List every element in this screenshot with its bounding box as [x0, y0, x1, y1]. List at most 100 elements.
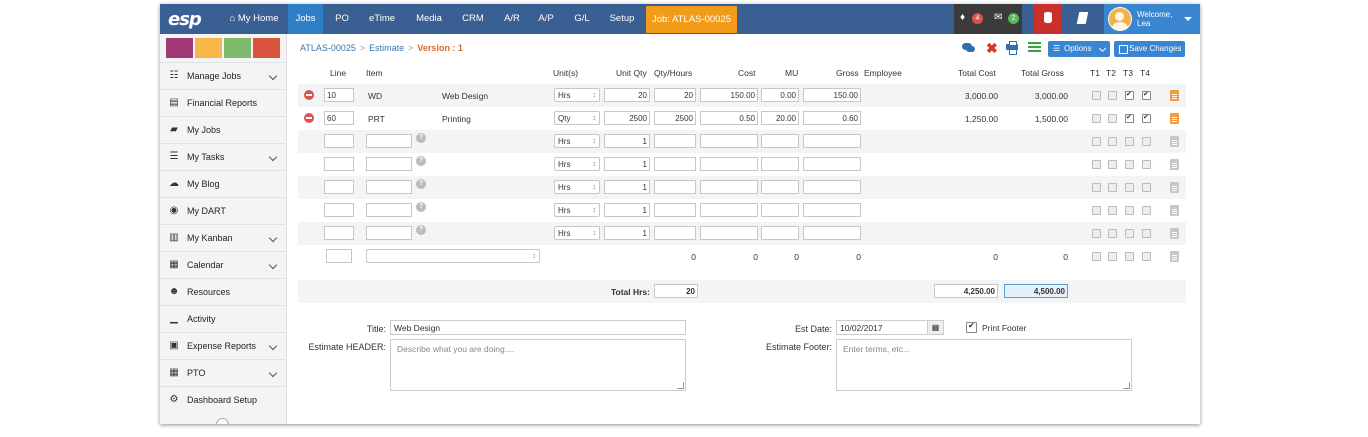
- esp-logo[interactable]: esp: [168, 9, 202, 30]
- mu-input[interactable]: [761, 180, 799, 194]
- list-icon[interactable]: [1028, 40, 1042, 56]
- sidebar-item-my-kanban[interactable]: ▥ My Kanban: [160, 224, 286, 252]
- unit-select[interactable]: Hrs: [554, 88, 600, 102]
- line-input[interactable]: [324, 157, 354, 171]
- t3-checkbox[interactable]: [1125, 137, 1134, 146]
- t1-checkbox[interactable]: [1092, 252, 1101, 261]
- notifications-button[interactable]: ♦ 4: [954, 4, 988, 34]
- qty-hours-input[interactable]: [654, 180, 696, 194]
- t4-checkbox[interactable]: [1142, 206, 1151, 215]
- chevron-down-icon[interactable]: [268, 368, 278, 378]
- t4-checkbox[interactable]: [1142, 160, 1151, 169]
- help-icon[interactable]: ?: [416, 179, 426, 189]
- gross-input[interactable]: [803, 203, 861, 217]
- sidebar-item-my-jobs[interactable]: ▰ My Jobs: [160, 116, 286, 144]
- estimate-footer-textarea[interactable]: Enter terms, etc...: [836, 339, 1132, 391]
- t2-checkbox[interactable]: [1108, 206, 1117, 215]
- nav-my-home[interactable]: ⌂ My Home: [220, 4, 288, 34]
- document-icon[interactable]: [1170, 228, 1179, 239]
- t2-checkbox[interactable]: [1108, 160, 1117, 169]
- unit-select[interactable]: Qty: [554, 111, 600, 125]
- gross-input[interactable]: [803, 157, 861, 171]
- t4-checkbox[interactable]: [1142, 229, 1151, 238]
- qty-hours-input[interactable]: 2500: [654, 111, 696, 125]
- estimate-header-textarea[interactable]: Describe what you are doing....: [390, 339, 686, 391]
- t1-checkbox[interactable]: [1092, 91, 1101, 100]
- document-icon[interactable]: [1170, 182, 1179, 193]
- nav-po[interactable]: PO: [326, 4, 358, 34]
- est-date-input[interactable]: 10/02/2017: [836, 320, 928, 335]
- book-button[interactable]: [1068, 4, 1098, 34]
- cost-input[interactable]: [700, 180, 758, 194]
- chevron-down-icon[interactable]: [268, 260, 278, 270]
- unit-qty-input[interactable]: 1: [604, 157, 650, 171]
- unit-select[interactable]: Hrs: [554, 203, 600, 217]
- unit-select[interactable]: Hrs: [554, 180, 600, 194]
- gross-input[interactable]: 0.60: [803, 111, 861, 125]
- messages-button[interactable]: ✉ 2: [988, 4, 1022, 34]
- mu-input[interactable]: [761, 203, 799, 217]
- t2-checkbox[interactable]: [1108, 137, 1117, 146]
- t3-checkbox[interactable]: [1125, 90, 1134, 100]
- item-input[interactable]: [366, 203, 412, 217]
- t2-checkbox[interactable]: [1108, 91, 1117, 100]
- title-input[interactable]: Web Design: [390, 320, 686, 335]
- nav-ar[interactable]: A/R: [498, 4, 526, 34]
- document-icon[interactable]: [1170, 205, 1179, 216]
- sidebar-item-dashboard-setup[interactable]: ⚙ Dashboard Setup: [160, 386, 286, 414]
- nav-ap[interactable]: A/P: [532, 4, 560, 34]
- document-icon[interactable]: [1170, 251, 1179, 262]
- save-changes-button[interactable]: Save Changes: [1114, 41, 1185, 57]
- cost-input[interactable]: 150.00: [700, 88, 758, 102]
- unit-select[interactable]: Hrs: [554, 226, 600, 240]
- swatch-red[interactable]: [253, 38, 280, 58]
- sidebar-item-calendar[interactable]: ▦ Calendar: [160, 251, 286, 279]
- unit-qty-input[interactable]: 20: [604, 88, 650, 102]
- t2-checkbox[interactable]: [1108, 114, 1117, 123]
- database-button[interactable]: [1034, 4, 1062, 34]
- swatch-green[interactable]: [224, 38, 251, 58]
- sidebar-item-expense-reports[interactable]: ▣ Expense Reports: [160, 332, 286, 360]
- t4-checkbox[interactable]: [1142, 183, 1151, 192]
- gross-input[interactable]: [803, 134, 861, 148]
- t2-checkbox[interactable]: [1108, 229, 1117, 238]
- qty-hours-input[interactable]: [654, 226, 696, 240]
- resize-grip-icon[interactable]: [677, 382, 684, 389]
- unit-select[interactable]: Hrs: [554, 157, 600, 171]
- cost-input[interactable]: [700, 134, 758, 148]
- line-input[interactable]: [324, 203, 354, 217]
- breadcrumb-estimate[interactable]: Estimate: [369, 43, 404, 53]
- sidebar-item-resources[interactable]: ☻ Resources: [160, 278, 286, 306]
- t2-checkbox[interactable]: [1108, 252, 1117, 261]
- line-input[interactable]: 60: [324, 111, 354, 125]
- chevron-down-icon[interactable]: [268, 71, 278, 81]
- nav-gl[interactable]: G/L: [568, 4, 596, 34]
- help-icon[interactable]: ?: [416, 202, 426, 212]
- sidebar-item-manage-jobs[interactable]: ☷ Manage Jobs: [160, 62, 286, 90]
- qty-hours-input[interactable]: [654, 134, 696, 148]
- t3-checkbox[interactable]: [1125, 183, 1134, 192]
- document-icon[interactable]: [1170, 136, 1179, 147]
- resize-grip-icon[interactable]: [1123, 382, 1130, 389]
- chevron-down-icon[interactable]: [268, 152, 278, 162]
- sidebar-item-my-tasks[interactable]: ☰ My Tasks: [160, 143, 286, 171]
- remove-row-icon[interactable]: [304, 113, 314, 123]
- qty-hours-input[interactable]: 20: [654, 88, 696, 102]
- item-input[interactable]: [366, 180, 412, 194]
- t1-checkbox[interactable]: [1092, 183, 1101, 192]
- chevron-down-icon[interactable]: [268, 341, 278, 351]
- comments-icon[interactable]: [962, 40, 976, 56]
- chevron-down-icon[interactable]: [268, 233, 278, 243]
- line-input[interactable]: [324, 226, 354, 240]
- delete-icon[interactable]: ✖: [986, 40, 998, 56]
- unit-qty-input[interactable]: 1: [604, 226, 650, 240]
- line-input[interactable]: 10: [324, 88, 354, 102]
- t4-checkbox[interactable]: [1142, 113, 1151, 123]
- qty-hours-input[interactable]: [654, 157, 696, 171]
- sidebar-collapse-icon[interactable]: [216, 418, 229, 424]
- swatch-orange[interactable]: [195, 38, 222, 58]
- t2-checkbox[interactable]: [1108, 183, 1117, 192]
- swatch-purple[interactable]: [166, 38, 193, 58]
- help-icon[interactable]: ?: [416, 156, 426, 166]
- print-icon[interactable]: [1006, 40, 1020, 56]
